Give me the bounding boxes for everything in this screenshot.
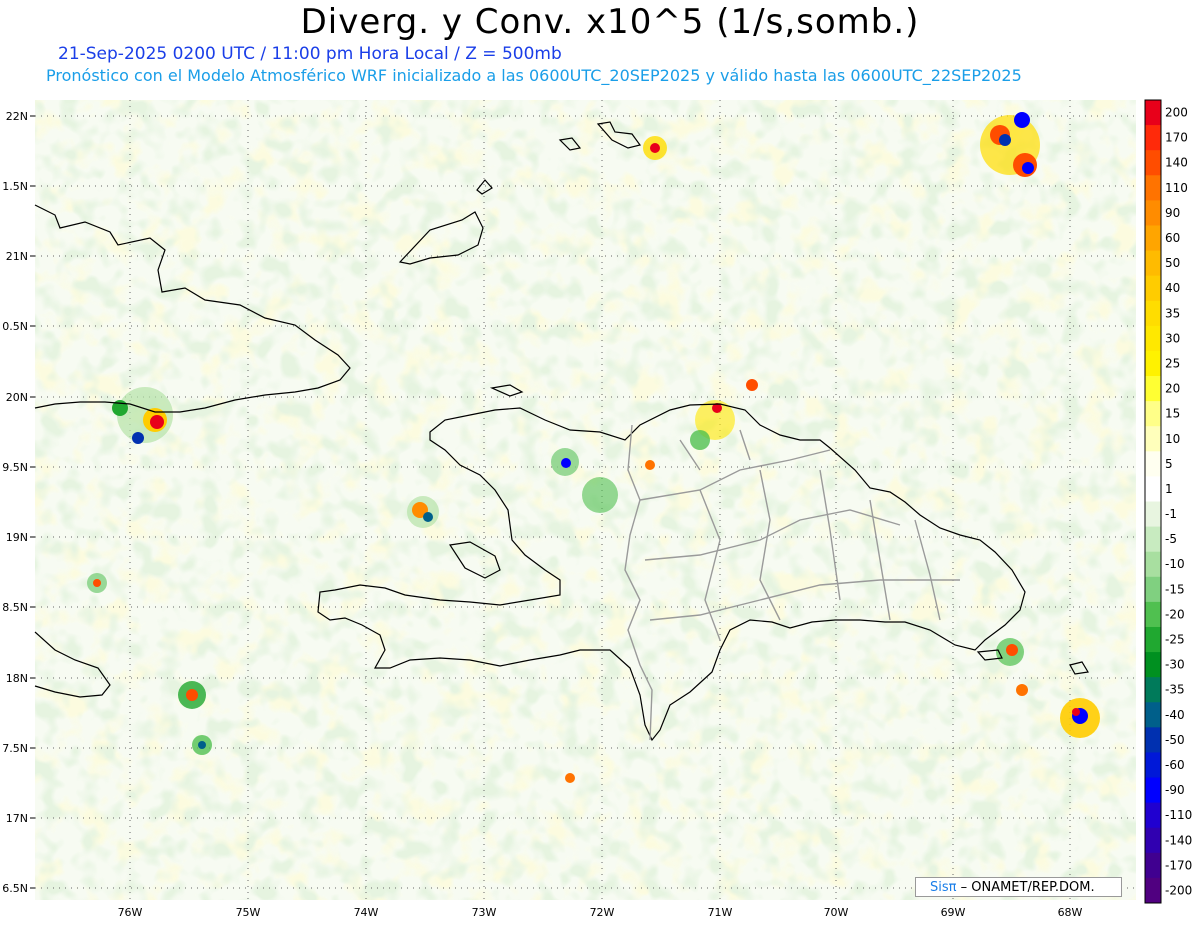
colorbar-swatch (1145, 350, 1161, 377)
colorbar-label: 30 (1165, 331, 1180, 345)
longitude-labels: 76W 75W 74W 73W 72W 71W 70W 69W 68W (118, 906, 1083, 919)
colorbar-swatch (1145, 551, 1161, 578)
colorbar-label: -10 (1165, 557, 1185, 571)
lat-label: 19N (6, 531, 28, 544)
colorbar-label: 20 (1165, 382, 1180, 396)
colorbar-label: 60 (1165, 231, 1180, 245)
colorbar-swatch (1145, 752, 1161, 779)
colorbar-swatch (1145, 526, 1161, 553)
colorbar-label: 5 (1165, 457, 1173, 471)
colorbar-swatch (1145, 100, 1161, 126)
colorbar-label: -140 (1165, 833, 1192, 847)
colorbar-swatch (1145, 576, 1161, 603)
lon-label: 75W (236, 906, 261, 919)
colorbar-swatch (1145, 652, 1161, 678)
colorbar-label: 140 (1165, 156, 1188, 170)
colorbar-swatch (1145, 376, 1161, 402)
colorbar-label: -30 (1165, 658, 1185, 672)
axis-ticks (30, 115, 35, 889)
lat-label: 8.5N (2, 601, 28, 614)
colorbar-swatch (1145, 200, 1161, 226)
colorbar-swatch (1145, 250, 1161, 277)
sispi-logo: Sisπ (930, 880, 957, 895)
lon-label: 74W (354, 906, 379, 919)
lon-label: 69W (941, 906, 966, 919)
colorbar-swatch (1145, 125, 1161, 151)
colorbar-label: -35 (1165, 683, 1185, 697)
lat-label: 21N (6, 250, 28, 263)
colorbar-label: 50 (1165, 256, 1180, 270)
colorbar-label: -15 (1165, 582, 1185, 596)
colorbar-label: -50 (1165, 733, 1185, 747)
colorbar-label: 200 (1165, 106, 1188, 120)
colorbar-swatch (1145, 802, 1161, 829)
colorbar-swatch (1145, 426, 1161, 452)
colorbar-label: -60 (1165, 758, 1185, 772)
colorbar-swatch (1145, 325, 1161, 352)
lat-label: 0.5N (2, 320, 28, 333)
colorbar-swatch (1145, 777, 1161, 804)
lon-label: 70W (824, 906, 849, 919)
colorbar-label: -40 (1165, 708, 1185, 722)
colorbar-label: 15 (1165, 407, 1180, 421)
lon-label: 71W (708, 906, 733, 919)
lat-label: 7.5N (2, 742, 28, 755)
colorbar-label: 10 (1165, 432, 1180, 446)
colorbar-swatch (1145, 827, 1161, 854)
colorbar-label: 25 (1165, 356, 1180, 370)
colorbar-label: -5 (1165, 532, 1177, 546)
lat-label: 22N (6, 110, 28, 123)
colorbar-label: 110 (1165, 181, 1188, 195)
lat-label: 18N (6, 672, 28, 685)
lat-label: 6.5N (2, 882, 28, 895)
colorbar-label: 35 (1165, 306, 1180, 320)
colorbar-label: -25 (1165, 633, 1185, 647)
colorbar-label: -110 (1165, 808, 1192, 822)
colorbar-label: 90 (1165, 206, 1180, 220)
colorbar-swatch (1145, 401, 1161, 427)
colorbar-swatch (1145, 877, 1161, 904)
colorbar-swatch (1145, 300, 1161, 327)
colorbar-swatch (1145, 852, 1161, 879)
colorbar-swatch (1145, 626, 1161, 653)
colorbar-label: -200 (1165, 883, 1192, 897)
map-canvas: 22N 1.5N 21N 0.5N 20N 9.5N 19N 8.5N 18N … (2, 99, 1192, 919)
credit-text: – ONAMET/REP.DOM. (960, 880, 1095, 895)
colorbar-label: -170 (1165, 858, 1192, 872)
colorbar-label: 1 (1165, 482, 1173, 496)
lat-label: 17N (6, 812, 28, 825)
lon-label: 72W (590, 906, 615, 919)
colorbar-swatch (1145, 275, 1161, 302)
colorbar-swatch (1145, 451, 1161, 477)
colorbar-label: 40 (1165, 281, 1180, 295)
lat-label: 9.5N (2, 461, 28, 474)
feature-haiti-northwest (407, 496, 439, 528)
latitude-labels: 22N 1.5N 21N 0.5N 20N 9.5N 19N 8.5N 18N … (2, 110, 28, 895)
colorbar-swatch (1145, 501, 1161, 528)
colorbar-swatch (1145, 702, 1161, 728)
colorbar-label: -1 (1165, 507, 1177, 521)
colorbar: 200 170 140 110 90 60 50 40 35 30 25 20 15 10 5 1 -1 -5 -1… (1144, 99, 1192, 904)
lon-label: 73W (472, 906, 497, 919)
colorbar-label: 170 (1165, 131, 1188, 145)
lon-label: 76W (118, 906, 143, 919)
colorbar-swatch (1145, 150, 1161, 176)
colorbar-swatch (1145, 601, 1161, 628)
colorbar-swatch (1145, 727, 1161, 753)
colorbar-label: -20 (1165, 607, 1185, 621)
colorbar-swatch (1145, 175, 1161, 201)
lon-label: 68W (1058, 906, 1083, 919)
colorbar-swatch (1145, 225, 1161, 252)
colorbar-swatch (1145, 476, 1161, 502)
feature-turks-caicos (643, 136, 667, 160)
feature-east-sea (1060, 698, 1100, 738)
lat-label: 1.5N (2, 180, 28, 193)
credit-box: Sisπ – ONAMET/REP.DOM. (915, 877, 1122, 897)
colorbar-label: -90 (1165, 783, 1185, 797)
lat-label: 20N (6, 391, 28, 404)
colorbar-swatch (1145, 677, 1161, 703)
